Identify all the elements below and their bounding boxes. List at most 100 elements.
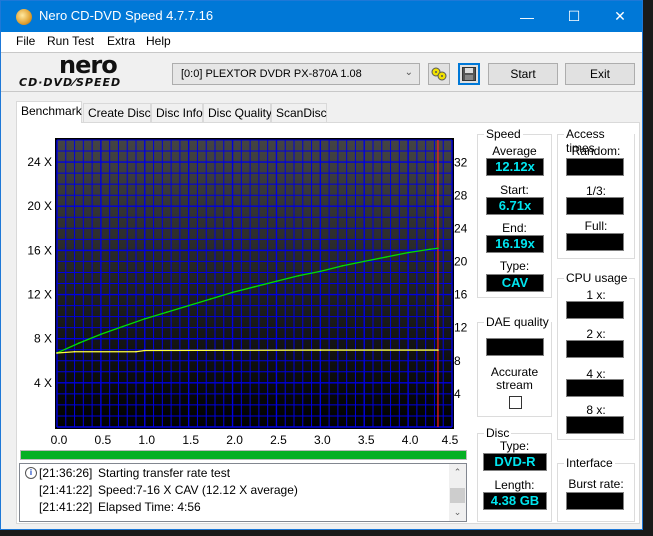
close-button[interactable]: ✕ — [597, 1, 643, 32]
dae-quality-title: DAE quality — [484, 315, 551, 329]
speed-data-point — [407, 251, 409, 254]
nero-logo: nero — [59, 51, 118, 79]
log-scrollbar[interactable]: ⌃ ⌄ — [449, 464, 466, 521]
accurate-stream-label: Accurate stream — [490, 365, 539, 392]
y-right-tick-label: 20 — [454, 255, 468, 269]
speed-group: Speed Average 12.12x Start: 6.71x End: 1… — [477, 127, 552, 298]
log-row: [21:41:22] Speed:7-16 X CAV (12.12 X ave… — [20, 483, 450, 500]
drive-info-button[interactable] — [428, 63, 450, 85]
benchmark-chart: 0.0 0.5 1.0 1.5 2.0 2.5 3.0 3.5 4.0 4.5 4 X 8 X 12 X… — [16, 123, 471, 448]
x-tick-label: 1.5 — [182, 433, 199, 447]
cd-dvd-speed-logo: CD·DVD⁄SPEED — [19, 76, 122, 89]
scroll-down-icon[interactable]: ⌄ — [449, 504, 466, 521]
exit-button[interactable]: Exit — [565, 63, 635, 85]
menu-help[interactable]: Help — [146, 34, 171, 48]
type-label: Type: — [499, 259, 530, 273]
tab-scandisc[interactable]: ScanDisc — [271, 103, 327, 122]
disc-group-title: Disc — [484, 426, 512, 440]
scroll-up-icon[interactable]: ⌃ — [449, 464, 466, 481]
log-time: [21:36:26] — [39, 466, 93, 480]
speed-data-point — [143, 318, 146, 320]
rotation-data-point — [143, 349, 146, 352]
log-message: Speed:7-16 X CAV (12.12 X average) — [98, 483, 298, 497]
cpu-2x-label: 2 x: — [586, 327, 606, 341]
third-access-value — [566, 197, 624, 215]
scroll-thumb[interactable] — [450, 488, 465, 503]
rotation-data-point — [73, 350, 76, 353]
rotation-data-point — [56, 352, 58, 354]
y-left-tick-label: 4 X — [34, 376, 52, 390]
end-label: End: — [502, 221, 527, 235]
drive-select[interactable]: [0:0] PLEXTOR DVDR PX-870A 1.08 ⌄ — [172, 63, 420, 85]
y-left-tick-label: 16 X — [27, 243, 52, 257]
floppy-disk-icon — [462, 67, 476, 81]
tab-disc-info[interactable]: Disc Info — [151, 103, 203, 122]
random-label: Random: — [571, 144, 621, 158]
disc-group: Disc Type: DVD-R Length: 4.38 GB — [477, 426, 552, 522]
menu-file[interactable]: File — [16, 34, 35, 48]
y-right-tick-label: 8 — [454, 354, 461, 368]
start-label: Start: — [500, 183, 529, 197]
disc-length-label: Length: — [494, 478, 535, 492]
log-time: [21:41:22] — [39, 500, 93, 514]
accurate-stream-checkbox[interactable] — [509, 396, 522, 409]
rotation-data-point — [319, 349, 322, 351]
start-button[interactable]: Start — [488, 63, 558, 85]
dae-quality-value — [486, 338, 544, 356]
minimize-button[interactable]: — — [504, 1, 550, 32]
menu-extra[interactable]: Extra — [107, 34, 135, 48]
rotation-data-point — [437, 349, 439, 351]
chart-svg: 0.0 0.5 1.0 1.5 2.0 2.5 3.0 3.5 4.0 4.5 4 X 8 X 12 X… — [27, 138, 468, 447]
maximize-button[interactable]: ☐ — [551, 1, 597, 32]
x-tick-label: 3.0 — [314, 433, 331, 447]
menu-run-test[interactable]: Run Test — [47, 34, 94, 48]
y-right-tick-label: 28 — [454, 188, 468, 202]
speed-data-point — [231, 291, 234, 294]
y-left-tick-label: 20 X — [27, 199, 52, 213]
interface-group: Interface Burst rate: — [557, 456, 635, 522]
x-tick-label: 4.5 — [442, 433, 459, 447]
access-times-group: Access times Random: 1/3: Full: — [557, 127, 635, 259]
log-message: Starting transfer rate test — [98, 466, 231, 480]
random-access-value — [566, 158, 624, 176]
y-right-tick-label: 16 — [454, 288, 468, 302]
y-left-tick-label: 12 X — [27, 288, 52, 302]
app-window: Nero CD-DVD Speed 4.7.7.16 — ☐ ✕ File Ru… — [0, 0, 643, 530]
x-tick-label: 3.5 — [358, 433, 375, 447]
info-icon: i — [25, 467, 37, 479]
cpu-8x-label: 8 x: — [586, 403, 606, 417]
log-row: [21:41:22] Elapsed Time: 4:56 — [20, 500, 450, 517]
save-button[interactable] — [458, 63, 480, 85]
speed-data-point — [429, 248, 431, 251]
x-tick-label: 2.5 — [270, 433, 287, 447]
x-tick-label: 0.5 — [95, 433, 112, 447]
start-speed-value: 6.71x — [486, 197, 544, 215]
third-label: 1/3: — [585, 184, 606, 198]
speed-data-point — [209, 298, 212, 300]
average-speed-value: 12.12x — [486, 158, 544, 176]
log-message: Elapsed Time: 4:56 — [98, 500, 201, 514]
progress-bar — [20, 450, 467, 460]
chevron-down-icon: ⌄ — [404, 67, 413, 78]
tab-disc-quality[interactable]: Disc Quality — [203, 103, 272, 122]
maximize-icon: ☐ — [567, 8, 581, 24]
tab-create-disc[interactable]: Create Disc — [83, 103, 151, 122]
speed-data-point — [100, 333, 102, 336]
speed-data-point — [275, 280, 278, 283]
tab-benchmark[interactable]: Benchmark — [16, 101, 82, 123]
cpu-1x-value — [566, 301, 624, 319]
x-tick-label: 0.0 — [51, 433, 68, 447]
y-right-tick-label: 12 — [454, 321, 468, 335]
log-list: i [21:36:26] Starting transfer rate test… — [19, 463, 467, 522]
speed-data-point — [363, 260, 366, 263]
speed-data-point — [297, 274, 300, 277]
y-left-tick-label: 8 X — [34, 332, 52, 346]
full-label: Full: — [584, 219, 608, 233]
cpu-usage-title: CPU usage — [564, 271, 630, 285]
x-tick-label: 4.0 — [402, 433, 419, 447]
close-icon: ✕ — [614, 8, 626, 24]
dae-quality-group: DAE quality Accurate stream — [477, 315, 552, 417]
speed-data-point — [385, 256, 387, 258]
cpu-2x-value — [566, 340, 624, 358]
burst-rate-value — [566, 492, 624, 510]
